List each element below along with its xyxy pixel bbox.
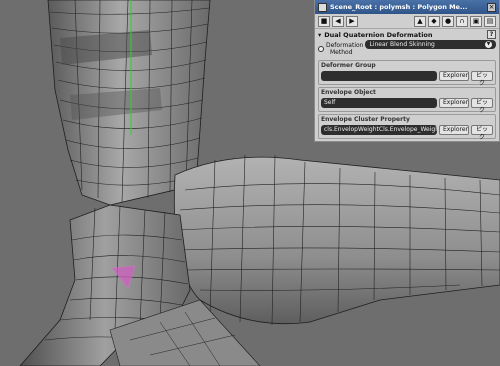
collapse-icon[interactable]: ▾ bbox=[318, 31, 321, 39]
section-title: Dual Quaternion Deformation bbox=[324, 30, 433, 39]
dropdown-arrow-icon[interactable]: ▼ bbox=[485, 41, 492, 48]
nav-prev-icon[interactable]: ◀ bbox=[332, 15, 344, 27]
deformer-group-box: Deformer Group Explorer ピック bbox=[318, 60, 496, 87]
deformation-method-label: Deformation Method bbox=[326, 42, 363, 56]
panel-menu-icon[interactable] bbox=[318, 2, 327, 12]
envelope-cluster-pick-button[interactable]: ピック bbox=[471, 125, 493, 141]
panel-title: Scene_Root : polymsh : Polygon Me... bbox=[330, 3, 468, 11]
panel-titlebar[interactable]: Scene_Root : polymsh : Polygon Me... × bbox=[315, 0, 499, 14]
recycle-icon[interactable]: ▲ bbox=[414, 15, 426, 27]
refresh-icon[interactable]: ◆ bbox=[428, 15, 440, 27]
envelope-object-field[interactable]: Self bbox=[321, 98, 437, 108]
deformation-method-row: Deformation Method Linear Blend Skinning… bbox=[315, 40, 499, 58]
envelope-object-explorer-button[interactable]: Explorer bbox=[439, 98, 469, 108]
preset-icon[interactable]: ∩ bbox=[456, 15, 468, 27]
envelope-cluster-property-field[interactable]: cls.EnvelopWeightCls.Envelope_Weight bbox=[321, 125, 437, 135]
panel-toolbar: ■ ◀ ▶ ▲ ◆ ● ∩ ▣ ▤ bbox=[315, 14, 499, 29]
deformation-method-dropdown[interactable]: Linear Blend Skinning ▼ bbox=[365, 40, 496, 49]
deformation-method-label-line1: Deformation bbox=[326, 42, 364, 49]
envelope-object-pick-button[interactable]: ピック bbox=[471, 98, 493, 114]
envelope-cluster-property-box: Envelope Cluster Property cls.EnvelopWei… bbox=[318, 114, 496, 141]
envelope-cluster-explorer-button[interactable]: Explorer bbox=[439, 125, 469, 135]
animatable-marker-icon[interactable] bbox=[318, 46, 324, 52]
deformer-group-explorer-button[interactable]: Explorer bbox=[439, 71, 469, 81]
close-icon[interactable]: × bbox=[487, 2, 496, 12]
load-preset-icon[interactable]: ▤ bbox=[484, 15, 496, 27]
deformation-method-label-line2: Method bbox=[330, 49, 353, 56]
deformer-group-field[interactable] bbox=[321, 71, 437, 81]
property-panel: Scene_Root : polymsh : Polygon Me... × ■… bbox=[314, 0, 500, 142]
deformation-method-value: Linear Blend Skinning bbox=[369, 41, 435, 48]
save-preset-icon[interactable]: ▣ bbox=[470, 15, 482, 27]
envelope-cluster-property-label: Envelope Cluster Property bbox=[321, 116, 410, 123]
keyframe-icon[interactable]: ● bbox=[442, 15, 454, 27]
section-header[interactable]: ▾ Dual Quaternion Deformation ? bbox=[315, 29, 499, 40]
nav-next-icon[interactable]: ▶ bbox=[346, 15, 358, 27]
envelope-object-box: Envelope Object Self Explorer ピック bbox=[318, 87, 496, 114]
deformer-group-pick-button[interactable]: ピック bbox=[471, 71, 493, 87]
lock-icon[interactable]: ■ bbox=[318, 15, 330, 27]
deformer-group-label: Deformer Group bbox=[321, 62, 376, 69]
help-button[interactable]: ? bbox=[487, 30, 496, 39]
envelope-object-label: Envelope Object bbox=[321, 89, 376, 96]
